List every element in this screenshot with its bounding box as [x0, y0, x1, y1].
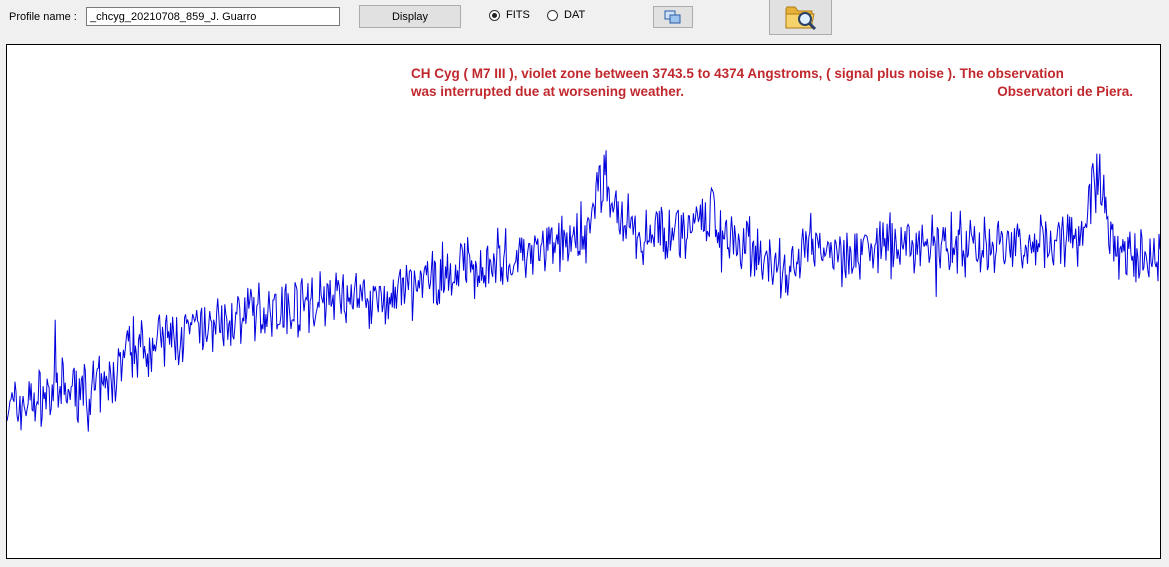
plot-caption: CH Cyg ( M7 III ), violet zone between 3…: [411, 65, 1133, 101]
open-file-button[interactable]: [769, 0, 832, 35]
display-button[interactable]: Display: [359, 5, 461, 28]
profile-name-label: Profile name :: [9, 11, 77, 23]
spectrum-line: [7, 150, 1160, 432]
spectrum-chart: [7, 150, 1160, 432]
dat-radio-label: DAT: [564, 9, 586, 21]
caption-line-2: was interrupted due at worsening weather…: [411, 84, 685, 99]
spectrum-plot: CH Cyg ( M7 III ), violet zone between 3…: [6, 44, 1161, 559]
copy-icon: [664, 10, 681, 24]
caption-line-1: CH Cyg ( M7 III ), violet zone between 3…: [411, 66, 1064, 81]
fits-radio[interactable]: FITS: [489, 9, 530, 21]
fits-radio-indicator[interactable]: [489, 9, 500, 21]
fits-radio-label: FITS: [506, 9, 530, 21]
caption-line-2-row: was interrupted due at worsening weather…: [411, 83, 1133, 101]
folder-search-icon: [785, 6, 816, 30]
toolbar: Profile name : Display FITS DAT: [0, 0, 1169, 40]
dat-radio-indicator[interactable]: [547, 9, 558, 21]
caption-credit: Observatori de Piera.: [997, 84, 1133, 99]
dat-radio[interactable]: DAT: [547, 9, 585, 21]
copy-button[interactable]: [653, 6, 693, 28]
profile-name-input[interactable]: [86, 7, 340, 26]
